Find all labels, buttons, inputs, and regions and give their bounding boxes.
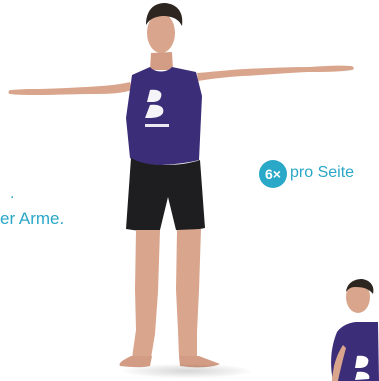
- exercise-page: . er Arme. 6× pro Seite: [0, 0, 379, 381]
- right-arm: [197, 65, 354, 81]
- exercise-illustration: [0, 0, 379, 381]
- shirt-logo-text: [145, 124, 169, 127]
- floor-shadow: [123, 364, 251, 378]
- right-leg: [176, 229, 201, 359]
- left-arm: [8, 82, 132, 95]
- repetition-count-badge: 6×: [259, 160, 287, 188]
- left-leg: [132, 230, 160, 360]
- shorts: [126, 158, 205, 232]
- repetition-label: pro Seite: [290, 164, 355, 181]
- shirt: [126, 67, 202, 165]
- neck: [150, 52, 173, 70]
- man-partial-crop-icon: [331, 279, 379, 381]
